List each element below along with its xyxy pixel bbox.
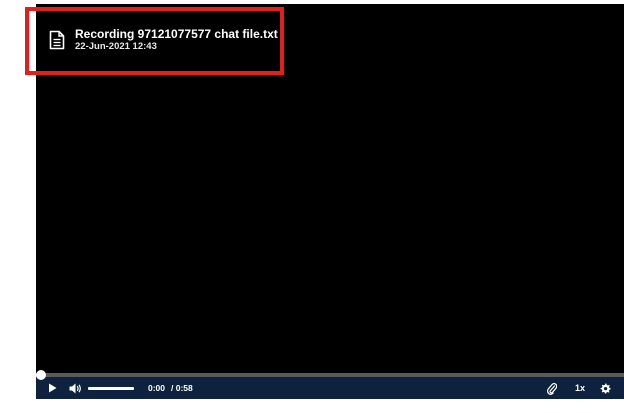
gear-icon (600, 383, 611, 394)
file-name: Recording 97121077577 chat file.txt (75, 27, 278, 41)
volume-slider[interactable] (88, 386, 134, 390)
file-header: Recording 97121077577 chat file.txt 22-J… (48, 27, 278, 53)
play-icon (48, 383, 56, 393)
attachment-button[interactable] (542, 377, 562, 399)
time-current: 0:00 (148, 383, 166, 393)
progress-handle[interactable] (36, 370, 46, 380)
paperclip-icon (547, 382, 557, 395)
volume-icon (69, 383, 81, 393)
file-date: 22-Jun-2021 12:43 (75, 40, 157, 52)
settings-button[interactable] (596, 377, 614, 399)
play-button[interactable] (38, 377, 66, 399)
time-total: / 0:58 (171, 383, 193, 393)
file-info: Recording 97121077577 chat file.txt 22-J… (75, 27, 278, 53)
document-icon (48, 29, 66, 51)
playback-speed-button[interactable]: 1x (572, 377, 588, 399)
player-control-bar: 0:00 / 0:58 1x (36, 377, 624, 399)
volume-button[interactable] (66, 377, 84, 399)
